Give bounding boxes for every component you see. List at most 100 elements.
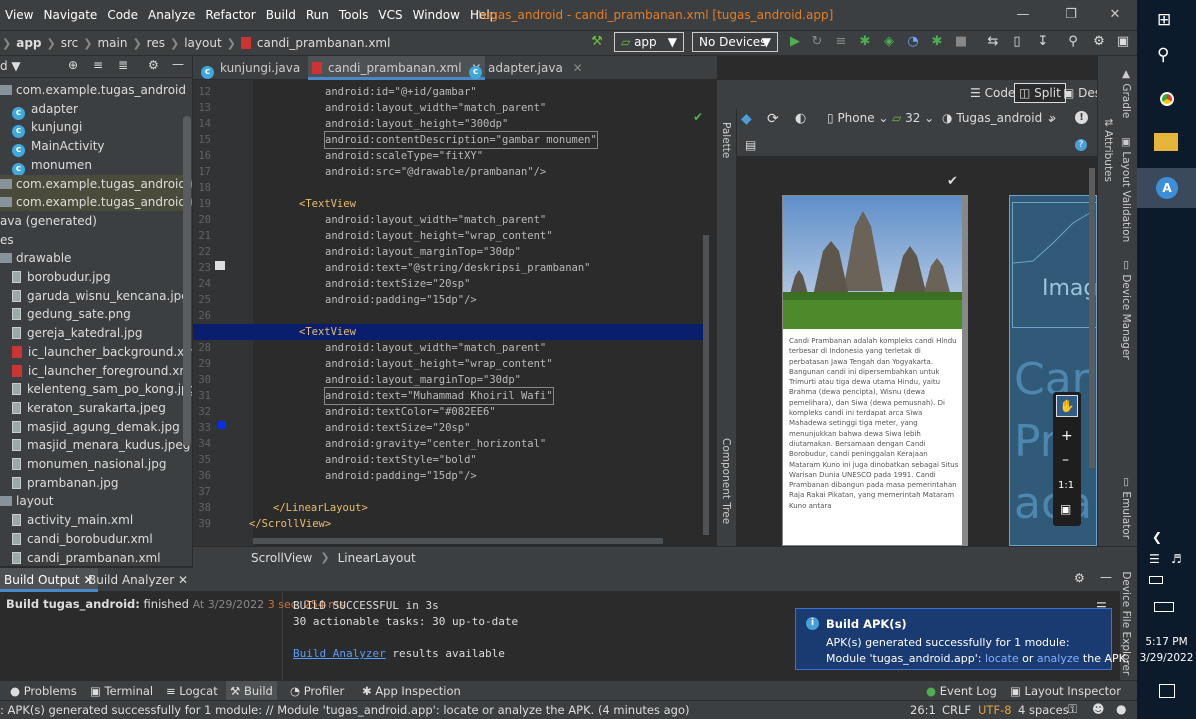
chrome-icon[interactable] [1156, 88, 1178, 110]
api-selector[interactable]: ▱ 32 ⌄ [892, 111, 934, 125]
tree-item[interactable]: com.example.tugas_android (andr [0, 174, 192, 193]
network-icon[interactable]: ☰ [1149, 552, 1160, 566]
color-swatch-icon[interactable] [218, 421, 226, 429]
layers-icon[interactable]: ◆ [741, 111, 752, 127]
collapse-all-icon[interactable]: ≡ [93, 58, 103, 72]
menu-window[interactable]: Window [408, 0, 465, 30]
tree-item[interactable]: masjid_menara_kudus.jpeg [12, 436, 190, 454]
apply-code-changes-icon[interactable]: ≡ [832, 33, 850, 51]
profiler-tab[interactable]: ◔ Profiler [290, 681, 344, 701]
feedback-icon[interactable]: ● [1116, 702, 1126, 716]
design-preview-area[interactable]: ◆ ⟳ ◐ ▯ Phone ⌄ ▱ 32 ⌄ ◑ Tugas_android ⌄… [737, 108, 1097, 546]
device-selector[interactable]: ▯ Phone ⌄ [827, 111, 888, 125]
tree-item[interactable]: c adapter [12, 100, 78, 120]
zoom-fit-icon[interactable]: ▣ [1060, 502, 1071, 516]
analyze-link[interactable]: analyze [1037, 652, 1080, 665]
keyboard-icon[interactable] [1154, 602, 1174, 612]
wrench-icon[interactable]: ✔ [947, 174, 958, 189]
locate-link[interactable]: locate [985, 652, 1019, 665]
crosshair-icon[interactable]: ⊕ [68, 58, 78, 72]
zoom-out-icon[interactable]: – [1062, 452, 1069, 468]
menu-analyze[interactable]: Analyze [143, 0, 200, 30]
scrollbar[interactable] [183, 116, 191, 446]
avd-manager-icon[interactable]: ▯ [1008, 33, 1026, 51]
tree-item[interactable]: ic_launcher_foreground.xml (v24 [12, 362, 192, 380]
sdk-manager-icon[interactable]: ↧ [1034, 33, 1052, 51]
close-icon[interactable]: ✕ [178, 573, 188, 587]
mode-code[interactable]: ☰ Code [970, 86, 1015, 100]
emulator-tab[interactable]: ▯ Emulator [1120, 476, 1132, 539]
more-icon[interactable]: » [1049, 111, 1056, 125]
tree-item[interactable]: drawable [0, 249, 71, 267]
hammer-icon[interactable]: ⚒ [588, 33, 606, 51]
breadcrumb-src[interactable]: src [58, 36, 82, 50]
clock-time[interactable]: 5:17 PM [1137, 636, 1196, 648]
tree-item[interactable]: gedung_sate.png [12, 305, 131, 323]
run-icon[interactable]: ▶ [786, 33, 804, 51]
build-analyzer-link[interactable]: Build Analyzer [293, 647, 386, 660]
orientation-icon[interactable]: ⟳ [767, 111, 779, 127]
tree-item[interactable]: kelenteng_sam_po_kong.jpg [12, 380, 192, 398]
menu-vcs[interactable]: VCS [373, 0, 407, 30]
tree-item[interactable]: monumen_nasional.jpg [12, 455, 166, 473]
battery-icon[interactable] [1149, 576, 1163, 584]
crumb-linearlayout[interactable]: LinearLayout [338, 551, 416, 565]
close-icon[interactable]: ✕ [1092, 0, 1137, 30]
build-apk-notification[interactable]: i Build APK(s) APK(s) generated successf… [795, 608, 1129, 670]
problems-tab[interactable]: ● Problems [10, 681, 77, 701]
tree-item[interactable]: c MainActivity [12, 137, 105, 158]
gear-icon[interactable]: ⚙ [148, 58, 159, 72]
run-config-select[interactable]: ▱ app ▼ [614, 32, 684, 52]
vertical-scrollbar[interactable] [703, 235, 709, 535]
attributes-tab[interactable]: ⇅ Attributes [1102, 118, 1114, 182]
logcat-tab[interactable]: ≡ Logcat [166, 681, 218, 701]
tree-item[interactable]: candi_prambanan.xml [12, 549, 161, 567]
inspector-icon[interactable]: ☻ [1092, 702, 1105, 716]
tree-item[interactable]: com.example.tugas_android (test) [0, 193, 192, 212]
android-studio-taskbar-item[interactable]: A [1137, 168, 1196, 208]
tree-item[interactable]: es [0, 231, 14, 249]
tab-build-output[interactable]: Build Output ✕ [0, 568, 98, 592]
file-explorer-icon[interactable] [1154, 133, 1178, 151]
sync-icon[interactable]: ⇆ [984, 33, 1002, 51]
device-select[interactable]: No Devices ▼ [692, 32, 778, 52]
attach-debugger-icon[interactable]: ✱ [928, 33, 946, 51]
clock-date[interactable]: 3/29/2022 [1137, 652, 1196, 664]
code-editor[interactable]: 1213141516171819202122232425262728293031… [193, 80, 713, 546]
breadcrumb-file[interactable]: candi_prambanan.xml [254, 36, 394, 50]
tree-item[interactable]: prambanan.jpg [12, 474, 119, 492]
indent-setting[interactable]: 4 spaces [1018, 703, 1069, 717]
zoom-in-icon[interactable]: + [1061, 428, 1073, 444]
tab-candi-prambanan[interactable]: candi_prambanan.xml ✕ [308, 56, 486, 80]
breadcrumb-layout[interactable]: layout [181, 36, 224, 50]
tree-item[interactable]: com.example.tugas_android [0, 81, 186, 99]
cursor-position[interactable]: 26:1 [910, 703, 936, 717]
terminal-tab[interactable]: ▣ Terminal [90, 681, 153, 701]
tree-item[interactable]: gereja_katedral.jpg [12, 324, 143, 342]
event-log-tab[interactable]: ● Event Log [926, 681, 997, 701]
stop-icon[interactable]: ■ [952, 33, 970, 51]
help-icon[interactable]: ? [1075, 139, 1087, 151]
menu-view[interactable]: View [0, 0, 38, 30]
line-separator[interactable]: CRLF [942, 703, 971, 717]
tab-adapter[interactable]: c adapter.java ✕ [469, 56, 583, 80]
palette-tab[interactable]: Palette [720, 122, 732, 158]
coverage-icon[interactable]: ◈ [880, 33, 898, 51]
search-icon[interactable]: ⚲ [1064, 33, 1082, 51]
lock-icon[interactable]: ⚿ [1068, 702, 1077, 717]
app-inspection-tab[interactable]: ✱ App Inspection [362, 681, 461, 701]
notification-center-icon[interactable] [1159, 684, 1175, 698]
tree-item[interactable]: activity_main.xml [12, 511, 133, 529]
build-console[interactable]: BUILD SUCCESSFUL in 3s 30 actionable tas… [293, 598, 518, 662]
debug-icon[interactable]: ✱ [856, 33, 874, 51]
windows-start-icon[interactable]: ⊞ [1157, 10, 1171, 30]
component-tree-tab[interactable]: Component Tree [720, 438, 732, 524]
tab-build-analyzer[interactable]: Build Analyzer ✕ [88, 568, 188, 592]
tree-item[interactable]: keraton_surakarta.jpeg [12, 399, 166, 417]
layout-inspector-tab[interactable]: ▣ Layout Inspector [1010, 681, 1121, 701]
tree-item[interactable]: masjid_agung_demak.jpg [12, 418, 180, 436]
tree-item[interactable]: layout [0, 492, 53, 510]
hide-icon[interactable]: — [172, 57, 184, 71]
breadcrumb-res[interactable]: res [144, 36, 168, 50]
menu-navigate[interactable]: Navigate [38, 0, 102, 30]
